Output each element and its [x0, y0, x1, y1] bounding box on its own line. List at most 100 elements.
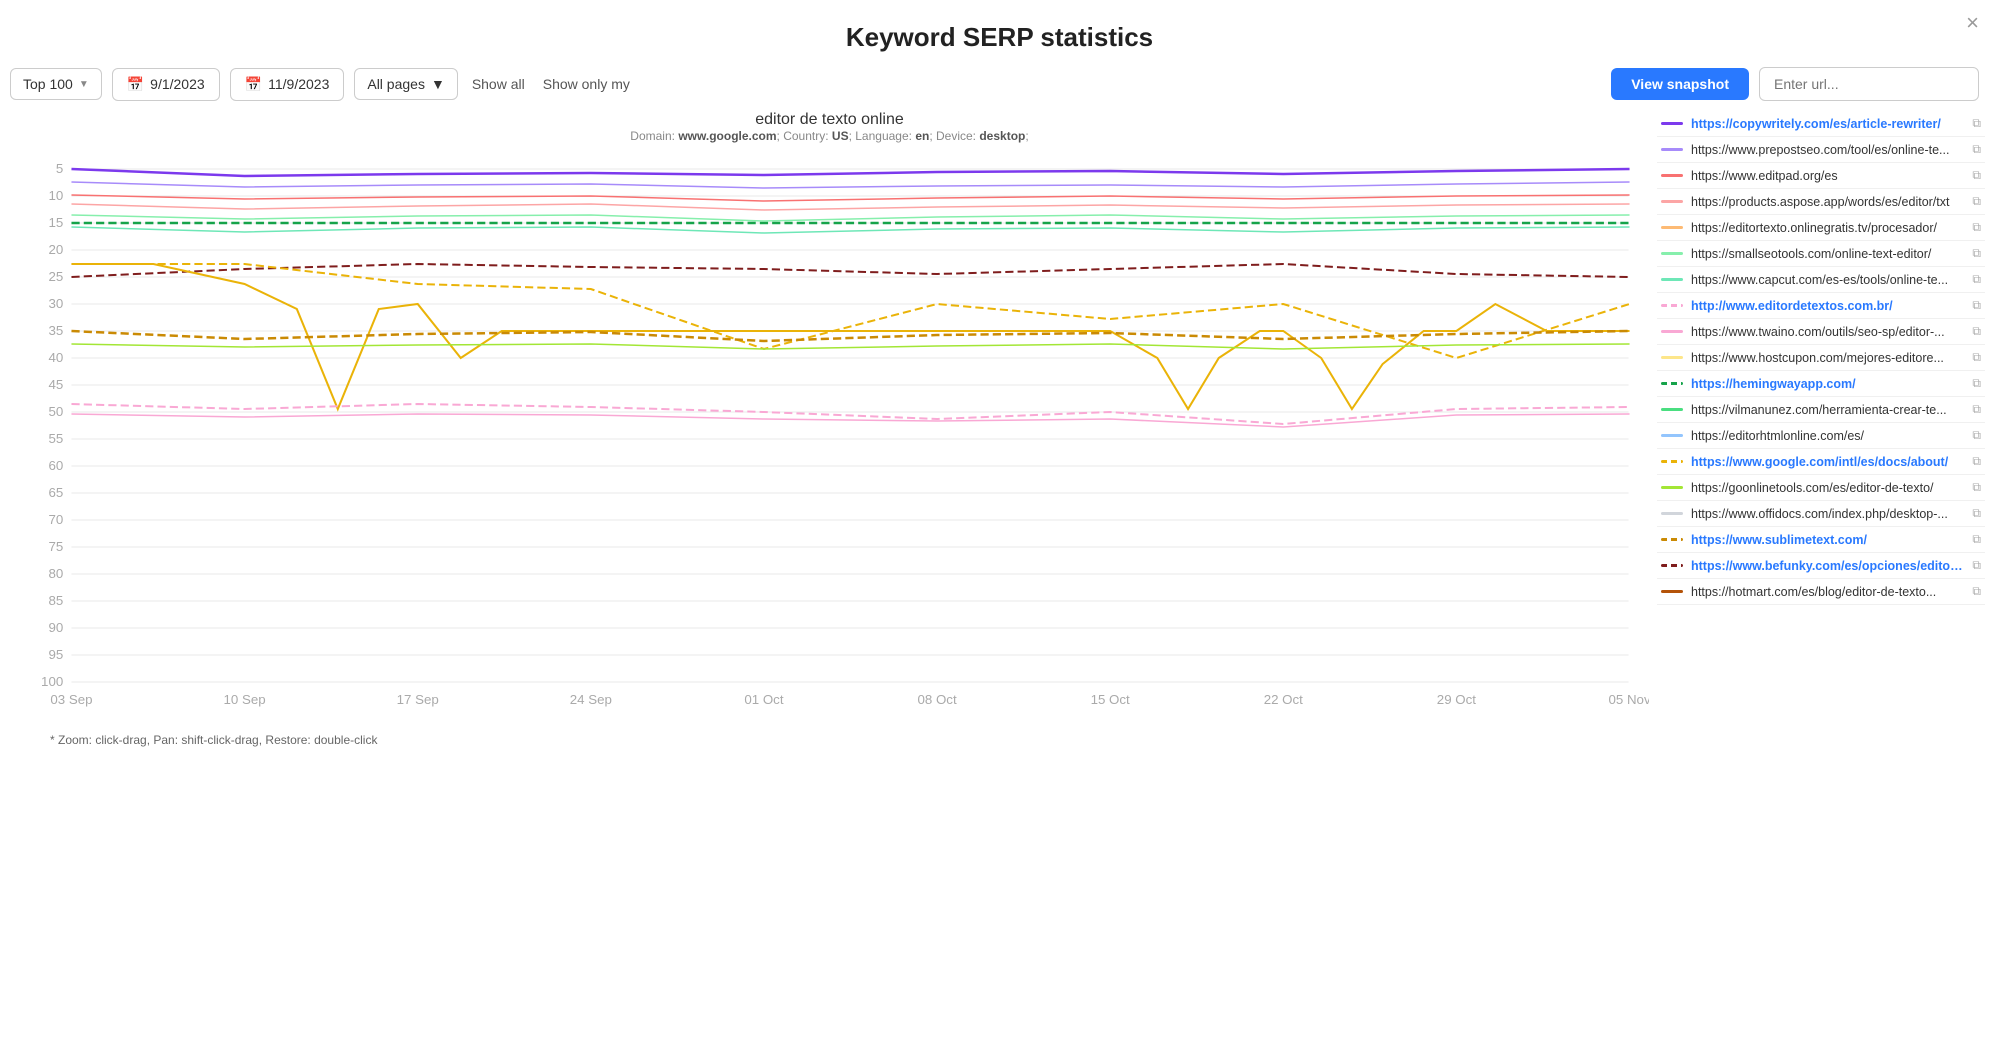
legend-external-link-icon[interactable]: ⧉ [1972, 194, 1981, 209]
legend-color-line [1661, 278, 1683, 281]
top-100-dropdown[interactable]: Top 100 ▼ [10, 68, 102, 100]
svg-text:20: 20 [48, 242, 63, 257]
legend-item[interactable]: http://www.editordetextos.com.br/ ⧉ [1657, 293, 1985, 319]
svg-text:65: 65 [48, 485, 63, 500]
legend-item[interactable]: https://hotmart.com/es/blog/editor-de-te… [1657, 579, 1985, 605]
svg-text:50: 50 [48, 404, 63, 419]
svg-text:85: 85 [48, 593, 63, 608]
legend-item[interactable]: https://hemingwayapp.com/⧉ [1657, 371, 1985, 397]
legend-external-link-icon[interactable]: ⧉ [1972, 142, 1981, 157]
legend-external-link-icon[interactable]: ⧉ [1972, 532, 1981, 547]
date-start-label: 9/1/2023 [150, 76, 205, 92]
svg-text:10 Sep: 10 Sep [224, 692, 266, 707]
legend-url: http://www.editordetextos.com.br/ [1691, 299, 1964, 313]
legend-item[interactable]: https://www.google.com/intl/es/docs/abou… [1657, 449, 1985, 475]
legend-url: https://hotmart.com/es/blog/editor-de-te… [1691, 585, 1964, 599]
view-snapshot-button[interactable]: View snapshot [1611, 68, 1749, 100]
legend-external-link-icon[interactable]: ⧉ [1972, 298, 1981, 313]
legend-external-link-icon[interactable]: ⧉ [1972, 428, 1981, 443]
chart-sub-title: Domain: www.google.com; Country: US; Lan… [10, 129, 1649, 143]
legend-color-line [1661, 226, 1683, 229]
show-only-my-button[interactable]: Show only my [539, 69, 634, 99]
calendar-start-icon: 📅 [127, 76, 144, 93]
legend-external-link-icon[interactable]: ⧉ [1972, 168, 1981, 183]
date-end-label: 11/9/2023 [268, 76, 329, 92]
legend-color-line [1661, 564, 1683, 567]
chart-svg-wrap[interactable]: .grid-line { stroke: #e8e8e8; stroke-wid… [10, 149, 1649, 729]
legend-external-link-icon[interactable]: ⧉ [1972, 506, 1981, 521]
show-all-button[interactable]: Show all [468, 69, 529, 99]
legend-item[interactable]: https://www.hostcupon.com/mejores-editor… [1657, 345, 1985, 371]
chart-domain: www.google.com [678, 129, 776, 143]
legend-color-line [1661, 122, 1683, 125]
svg-text:10: 10 [48, 188, 63, 203]
chart-svg: .grid-line { stroke: #e8e8e8; stroke-wid… [10, 149, 1649, 729]
svg-text:24 Sep: 24 Sep [570, 692, 612, 707]
legend-external-link-icon[interactable]: ⧉ [1972, 272, 1981, 287]
legend-url: https://goonlinetools.com/es/editor-de-t… [1691, 481, 1964, 495]
all-pages-arrow-icon: ▼ [431, 76, 445, 92]
legend-item[interactable]: https://smallseotools.com/online-text-ed… [1657, 241, 1985, 267]
legend-color-line [1661, 148, 1683, 151]
chart-zoom-hint: * Zoom: click-drag, Pan: shift-click-dra… [10, 733, 1649, 747]
legend-external-link-icon[interactable]: ⧉ [1972, 246, 1981, 261]
legend-color-line [1661, 408, 1683, 411]
legend-item[interactable]: https://www.capcut.com/es-es/tools/onlin… [1657, 267, 1985, 293]
legend-item[interactable]: https://products.aspose.app/words/es/edi… [1657, 189, 1985, 215]
calendar-end-icon: 📅 [245, 76, 262, 93]
legend-item[interactable]: https://vilmanunez.com/herramienta-crear… [1657, 397, 1985, 423]
legend-color-line [1661, 304, 1683, 307]
svg-text:05 Nov: 05 Nov [1608, 692, 1649, 707]
legend-item[interactable]: https://copywritely.com/es/article-rewri… [1657, 111, 1985, 137]
legend-item[interactable]: https://goonlinetools.com/es/editor-de-t… [1657, 475, 1985, 501]
all-pages-dropdown[interactable]: All pages ▼ [354, 68, 457, 100]
legend-item[interactable]: https://www.befunky.com/es/opciones/edit… [1657, 553, 1985, 579]
date-start-btn[interactable]: 📅 9/1/2023 [112, 68, 220, 101]
legend-color-line [1661, 174, 1683, 177]
chart-main-title: editor de texto online [10, 111, 1649, 129]
svg-text:90: 90 [48, 620, 63, 635]
url-search-input[interactable] [1759, 67, 1979, 101]
top-100-label: Top 100 [23, 76, 73, 92]
legend-external-link-icon[interactable]: ⧉ [1972, 480, 1981, 495]
legend-color-line [1661, 434, 1683, 437]
chart-device: desktop [979, 129, 1025, 143]
legend-item[interactable]: https://www.sublimetext.com/ ⧉ [1657, 527, 1985, 553]
legend-item[interactable]: https://www.editpad.org/es ⧉ [1657, 163, 1985, 189]
svg-text:60: 60 [48, 458, 63, 473]
legend-item[interactable]: https://editorhtmlonline.com/es/ ⧉ [1657, 423, 1985, 449]
close-button[interactable]: × [1966, 10, 1979, 36]
legend-external-link-icon[interactable]: ⧉ [1972, 220, 1981, 235]
toolbar: Top 100 ▼ 📅 9/1/2023 📅 11/9/2023 All pag… [0, 67, 1999, 101]
legend-url: https://www.befunky.com/es/opciones/edit… [1691, 559, 1964, 573]
legend-external-link-icon[interactable]: ⧉ [1972, 350, 1981, 365]
svg-text:80: 80 [48, 566, 63, 581]
date-end-btn[interactable]: 📅 11/9/2023 [230, 68, 345, 101]
legend-color-line [1661, 590, 1683, 593]
legend-url: https://products.aspose.app/words/es/edi… [1691, 195, 1964, 209]
legend-external-link-icon[interactable]: ⧉ [1972, 324, 1981, 339]
legend-external-link-icon[interactable]: ⧉ [1972, 402, 1981, 417]
legend-url: https://www.google.com/intl/es/docs/abou… [1691, 455, 1964, 469]
legend-url: https://editorhtmlonline.com/es/ [1691, 429, 1964, 443]
legend-url: https://copywritely.com/es/article-rewri… [1691, 117, 1964, 131]
legend-external-link-icon[interactable]: ⧉ [1972, 584, 1981, 599]
svg-text:17 Sep: 17 Sep [397, 692, 439, 707]
legend-color-line [1661, 538, 1683, 541]
legend-item[interactable]: https://www.offidocs.com/index.php/deskt… [1657, 501, 1985, 527]
svg-text:55: 55 [48, 431, 63, 446]
legend-external-link-icon[interactable]: ⧉ [1972, 558, 1981, 573]
svg-text:22 Oct: 22 Oct [1264, 692, 1304, 707]
legend-item[interactable]: https://editortexto.onlinegratis.tv/proc… [1657, 215, 1985, 241]
legend-item[interactable]: https://www.twaino.com/outils/seo-sp/edi… [1657, 319, 1985, 345]
legend-url: https://www.sublimetext.com/ [1691, 533, 1964, 547]
legend-external-link-icon[interactable]: ⧉ [1972, 454, 1981, 469]
legend-url: https://www.editpad.org/es [1691, 169, 1964, 183]
svg-text:35: 35 [48, 323, 63, 338]
legend-item[interactable]: https://www.prepostseo.com/tool/es/onlin… [1657, 137, 1985, 163]
legend-external-link-icon[interactable]: ⧉ [1972, 376, 1981, 391]
legend-external-link-icon[interactable]: ⧉ [1972, 116, 1981, 131]
all-pages-label: All pages [367, 76, 425, 92]
legend-panel: https://copywritely.com/es/article-rewri… [1649, 111, 1989, 747]
legend-url: https://www.capcut.com/es-es/tools/onlin… [1691, 273, 1964, 287]
